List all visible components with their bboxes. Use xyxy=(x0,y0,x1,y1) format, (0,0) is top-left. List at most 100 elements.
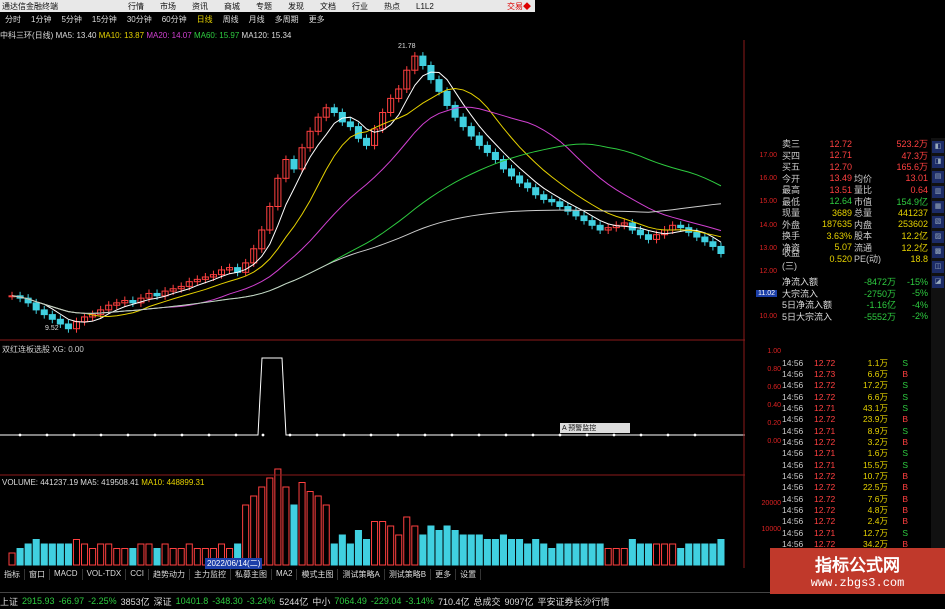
kline-chart[interactable]: 21.78 9.52 xyxy=(0,40,745,568)
indicator-tab[interactable]: 指标 xyxy=(0,569,25,580)
tick-cell: 14:56 xyxy=(782,369,804,380)
tick-cell: 14:56 xyxy=(782,459,804,470)
index-name[interactable]: 上证 xyxy=(0,595,18,608)
price-tick: 14.00 xyxy=(759,222,777,229)
period-tab[interactable]: 更多 xyxy=(304,14,330,25)
indicator-tab[interactable]: 主力监控 xyxy=(190,569,232,580)
index-name[interactable]: 中小 xyxy=(312,595,330,608)
signal-dot xyxy=(261,433,265,437)
period-tab[interactable]: 周线 xyxy=(218,14,244,25)
trade-button[interactable]: 交易◆ xyxy=(507,1,535,12)
volume-bar xyxy=(153,548,161,566)
signal-dot xyxy=(504,433,508,437)
high-label: 21.78 xyxy=(398,43,416,50)
volume-bar xyxy=(145,543,153,566)
volume-bar xyxy=(64,543,72,566)
volume-bar xyxy=(483,539,491,566)
indicator-tab[interactable]: VOL-TDX xyxy=(83,569,127,580)
volume-bar xyxy=(451,530,459,566)
menu-item[interactable]: 行业 xyxy=(344,1,376,12)
indicator-tab[interactable]: MA2 xyxy=(272,569,298,580)
tick-cell: 12.71 xyxy=(814,403,836,414)
period-tab[interactable]: 分时 xyxy=(0,14,26,25)
volume-ma10: MA10: 448899.31 xyxy=(141,478,205,487)
volume-bar xyxy=(16,548,24,566)
tick-cell: 12.72 xyxy=(814,414,836,425)
menu-item[interactable]: 市场 xyxy=(152,1,184,12)
menu-item[interactable]: 资讯 xyxy=(184,1,216,12)
indicator-tab[interactable]: 设置 xyxy=(456,569,482,580)
indicator-tab[interactable]: 模式主图 xyxy=(297,569,339,580)
quote-cell: 0.64 xyxy=(910,184,928,195)
menu-item[interactable]: 文档 xyxy=(312,1,344,12)
tool-icon[interactable]: ◨ xyxy=(932,156,944,168)
indicator-tab[interactable]: 更多 xyxy=(431,569,457,580)
tool-icon[interactable]: ▧ xyxy=(932,216,944,228)
menu-item[interactable]: L1L2 xyxy=(408,2,442,11)
indicator-tab[interactable]: CCI xyxy=(126,569,150,580)
volume-bar xyxy=(612,548,620,566)
alarm-popup[interactable]: A 预警监控 xyxy=(560,423,630,433)
period-tab-daily[interactable]: 日线 xyxy=(192,14,218,25)
tool-icon[interactable]: ◪ xyxy=(932,276,944,288)
menu-item[interactable]: 发现 xyxy=(280,1,312,12)
menu-item[interactable]: 专题 xyxy=(248,1,280,12)
flow-label: 5日大宗流入 xyxy=(782,311,833,322)
index-name[interactable]: 深证 xyxy=(154,595,172,608)
candle xyxy=(644,234,652,240)
volume-bar xyxy=(403,516,411,566)
indicator-tab[interactable]: 私募主图 xyxy=(231,569,273,580)
volume-bar xyxy=(604,548,612,566)
indicator-tab[interactable]: MACD xyxy=(50,569,83,580)
tick-cell: 12.7万 xyxy=(862,527,888,538)
volume-bar xyxy=(266,477,274,566)
volume-label: VOLUME: 441237.19 MA5: 419508.41 MA10: 4… xyxy=(2,478,204,487)
volume-bar xyxy=(338,534,346,566)
tick-cell: B xyxy=(902,516,908,527)
tick-cell: 12.73 xyxy=(814,369,836,380)
tool-icon[interactable]: ▨ xyxy=(932,231,944,243)
period-bar: 分时 1分钟 5分钟 15分钟 30分钟 60分钟 日线 周线 月线 多周期 更… xyxy=(0,14,535,25)
menu-item[interactable]: 商城 xyxy=(216,1,248,12)
tick-cell: S xyxy=(902,380,908,391)
indicator-tab[interactable]: 测试策略A xyxy=(338,569,385,580)
volume-ma5: MA5: 419508.41 xyxy=(80,478,139,487)
index-value: 10401.8 xyxy=(175,596,209,606)
index-change: -66.97 xyxy=(58,596,85,606)
signal-dot xyxy=(234,433,238,437)
tick-cell: S xyxy=(902,357,908,368)
period-tab[interactable]: 月线 xyxy=(244,14,270,25)
menu-item[interactable]: 热点 xyxy=(376,1,408,12)
signal-dot xyxy=(369,433,373,437)
tool-icon[interactable]: ▥ xyxy=(932,186,944,198)
period-tab[interactable]: 15分钟 xyxy=(87,14,122,25)
tick-list[interactable]: 14:56 12.72 1.1万 S 14:56 12.73 6.6万 B 14:56 12.72… xyxy=(782,357,930,561)
volume-bar xyxy=(346,543,354,566)
watermark-url: www.zbgs3.com xyxy=(810,576,905,590)
stock-name: 中科三环(日线) xyxy=(0,31,54,40)
indicator-tab[interactable]: 趋势动力 xyxy=(149,569,191,580)
tick-cell: 14:56 xyxy=(782,391,804,402)
tool-icon[interactable]: ◧ xyxy=(932,141,944,153)
tool-icon[interactable]: ▤ xyxy=(932,171,944,183)
tool-icon[interactable]: ▩ xyxy=(932,246,944,258)
volume-bar xyxy=(427,525,435,566)
price-tick: 17.00 xyxy=(759,152,777,159)
index-pct: -3.14% xyxy=(405,596,434,606)
tool-icon[interactable]: ◫ xyxy=(932,261,944,273)
period-tab[interactable]: 30分钟 xyxy=(122,14,157,25)
tick-cell: 12.72 xyxy=(814,493,836,504)
period-tab[interactable]: 1分钟 xyxy=(26,14,56,25)
indicator-tab[interactable]: 窗口 xyxy=(25,569,50,580)
menu-item[interactable]: 行情 xyxy=(120,1,152,12)
tool-icon[interactable]: ▦ xyxy=(932,201,944,213)
period-tab[interactable]: 60分钟 xyxy=(157,14,192,25)
indicator-tab[interactable]: 测试策略B xyxy=(385,569,432,580)
tick-row: 14:56 12.71 8.9万 S xyxy=(782,425,930,436)
broker-name[interactable]: 平安证券长沙行情 xyxy=(538,595,610,608)
tick-cell: B xyxy=(902,369,908,380)
tick-cell: 12.72 xyxy=(814,482,836,493)
period-tab[interactable]: 5分钟 xyxy=(56,14,86,25)
period-tab[interactable]: 多周期 xyxy=(270,14,304,25)
signal-line xyxy=(0,357,745,436)
